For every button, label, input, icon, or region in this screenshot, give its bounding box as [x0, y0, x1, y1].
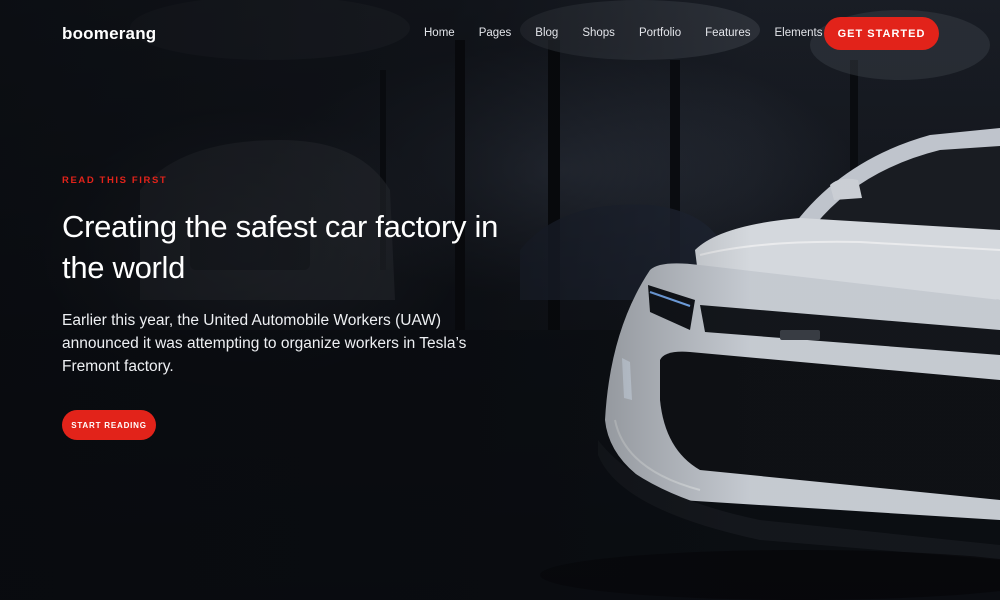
nav-item-pages[interactable]: Pages: [467, 26, 524, 40]
main-nav: Home Pages Blog Shops Portfolio Features…: [412, 26, 834, 40]
hero-headline: Creating the safest car factory in the w…: [62, 209, 499, 285]
hero-overlay: [0, 0, 1000, 600]
start-reading-button[interactable]: START READING: [62, 410, 156, 440]
site-header: boomerang Home Pages Blog Shops Portfoli…: [0, 0, 1000, 66]
brand-logo[interactable]: boomerang: [62, 24, 156, 44]
hero-eyebrow: READ THIS FIRST: [62, 175, 168, 186]
nav-item-shops[interactable]: Shops: [570, 26, 627, 40]
hero-lead-text: Earlier this year, the United Automobile…: [62, 312, 467, 375]
get-started-button[interactable]: GET STARTED: [824, 17, 939, 50]
nav-item-blog[interactable]: Blog: [523, 26, 570, 40]
nav-item-portfolio[interactable]: Portfolio: [627, 26, 693, 40]
nav-item-features[interactable]: Features: [693, 26, 762, 40]
nav-item-home[interactable]: Home: [412, 26, 467, 40]
